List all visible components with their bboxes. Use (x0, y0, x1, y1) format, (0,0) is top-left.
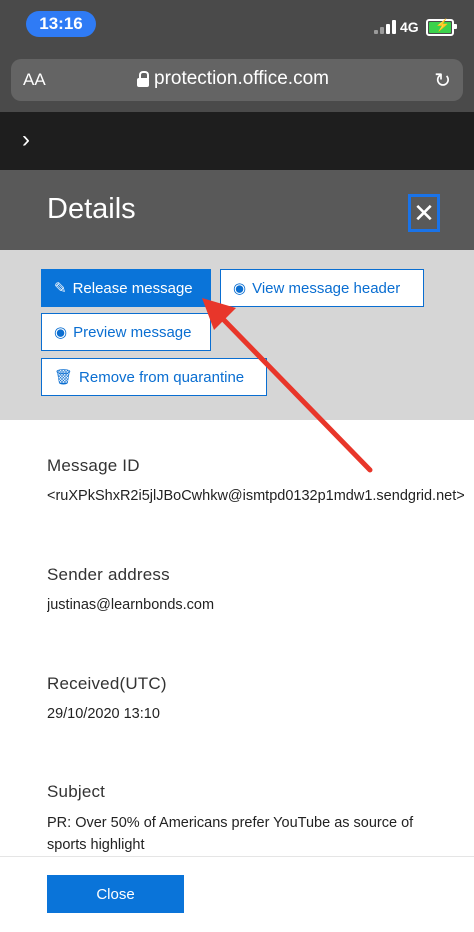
received-value: 29/10/2020 13:10 (47, 706, 160, 722)
trash-icon: 🗑 (54, 369, 74, 386)
lock-icon (137, 71, 149, 87)
eye-icon: ◉ (233, 280, 247, 297)
signal-icon (374, 20, 396, 34)
sender-address-label: Sender address (47, 565, 170, 584)
subject-label: Subject (47, 782, 106, 801)
message-id-label: Message ID (47, 456, 140, 475)
remove-from-quarantine-label: Remove from quarantine (79, 368, 245, 386)
panel-footer: Close (0, 856, 474, 932)
preview-message-button[interactable]: ◉ Preview message (41, 313, 211, 351)
sender-address-value: justinas@learnbonds.com (47, 597, 215, 613)
chevron-right-icon[interactable]: › (22, 126, 30, 154)
battery-icon: ⚡ (426, 18, 457, 36)
eye-icon: ◉ (54, 324, 68, 341)
browser-toolbar: AA protection.office.com ↻ (0, 50, 474, 112)
panel-header: Details (0, 170, 474, 250)
view-message-header-label: View message header (252, 279, 401, 297)
network-type: 4G (400, 19, 419, 35)
close-icon: ✕ (413, 197, 435, 228)
close-button[interactable]: Close (47, 875, 184, 913)
status-bar: 13:16 4G ⚡ (0, 0, 474, 50)
remove-from-quarantine-button[interactable]: 🗑 Remove from quarantine (41, 358, 267, 396)
preview-message-label: Preview message (73, 323, 192, 341)
status-time: 13:16 (26, 11, 96, 37)
text-size-button[interactable]: AA (23, 70, 46, 90)
release-message-button[interactable]: ✎ Release message (41, 269, 211, 307)
address-bar[interactable]: AA protection.office.com ↻ (11, 59, 463, 101)
reload-icon[interactable]: ↻ (434, 68, 451, 93)
subject-value: PR: Over 50% of Americans prefer YouTube… (47, 815, 414, 853)
action-bar: ✎ Release message ◉ View message header … (0, 250, 474, 420)
message-id-value: <ruXPkShxR2i5jlJBoCwhkw@ismtpd0132p1mdw1… (47, 488, 465, 504)
release-message-label: Release message (72, 279, 193, 297)
url-text[interactable]: protection.office.com (154, 68, 329, 90)
view-message-header-button[interactable]: ◉ View message header (220, 269, 424, 307)
pencil-icon: ✎ (54, 280, 67, 297)
page-title: Details (47, 193, 136, 225)
close-panel-button[interactable]: ✕ (408, 194, 440, 232)
received-label: Received(UTC) (47, 674, 167, 693)
nav-strip: › (0, 112, 474, 170)
